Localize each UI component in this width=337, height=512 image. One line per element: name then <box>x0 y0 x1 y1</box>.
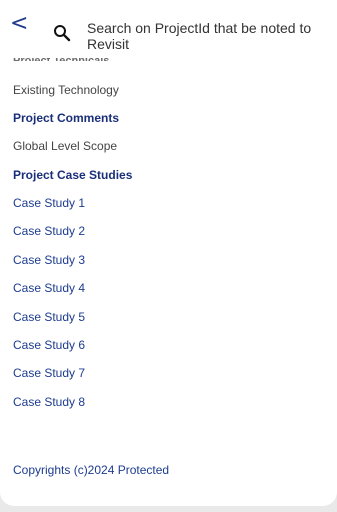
search-prompt[interactable]: Search on ProjectId that be noted to Rev… <box>87 20 327 52</box>
back-icon: < <box>10 11 29 36</box>
case-study-5-link[interactable]: Case Study 5 <box>13 310 85 324</box>
case-study-2-link[interactable]: Case Study 2 <box>13 224 85 238</box>
project-comments-heading: Project Comments <box>13 111 120 125</box>
global-level-scope-item[interactable]: Global Level Scope <box>13 139 117 153</box>
back-button[interactable]: < <box>10 10 32 38</box>
existing-technology-item[interactable]: Existing Technology <box>13 83 119 97</box>
menu-sheet: < Search on ProjectId that be noted to R… <box>0 0 337 506</box>
case-study-7-link[interactable]: Case Study 7 <box>13 366 85 380</box>
case-study-1-link[interactable]: Case Study 1 <box>13 196 85 210</box>
case-study-6-link[interactable]: Case Study 6 <box>13 338 85 352</box>
case-study-8-link[interactable]: Case Study 8 <box>13 395 85 409</box>
search-button[interactable] <box>53 24 75 46</box>
case-study-4-link[interactable]: Case Study 4 <box>13 281 85 295</box>
project-case-studies-heading: Project Case Studies <box>13 168 133 182</box>
header-bar: < Search on ProjectId that be noted to R… <box>0 0 337 58</box>
case-study-3-link[interactable]: Case Study 3 <box>13 253 85 267</box>
search-icon <box>54 25 71 42</box>
copyright-text: Copyrights (c)2024 Protected <box>13 463 170 477</box>
